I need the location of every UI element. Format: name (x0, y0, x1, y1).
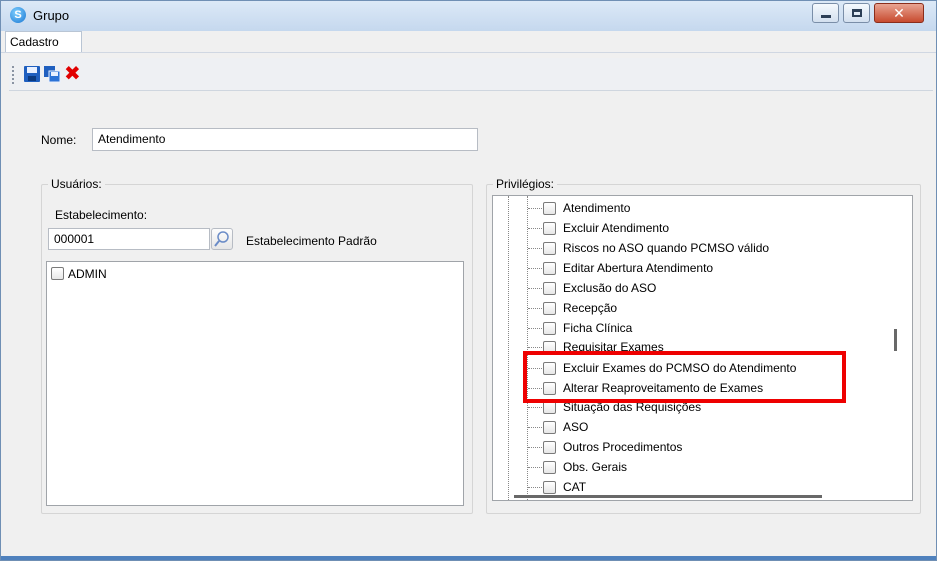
group-window: S Grupo ✕ Cadastro ✖ Nome: Atendimento U… (0, 0, 937, 561)
save-all-icon[interactable] (43, 65, 61, 83)
users-list[interactable]: ADMIN (46, 261, 464, 506)
horizontal-scrollbar-thumb[interactable] (514, 495, 822, 498)
toolbar: ✖ (9, 58, 933, 91)
title-bar: S Grupo ✕ (1, 1, 936, 31)
privilege-checkbox[interactable] (543, 202, 556, 215)
list-item[interactable]: ADMIN (51, 267, 107, 281)
privileges-tree[interactable]: Atendimento Excluir Atendimento Riscos n… (492, 195, 913, 501)
user-label: ADMIN (68, 267, 107, 281)
bottom-border (1, 556, 936, 560)
privilege-label: Atendimento (563, 201, 631, 215)
close-icon: ✕ (893, 5, 905, 21)
lookup-button[interactable] (211, 228, 233, 250)
save-icon[interactable] (23, 65, 41, 83)
tree-guide (527, 196, 528, 500)
privilege-label: Excluir Exames do PCMSO do Atendimento (563, 361, 797, 375)
cancel-icon[interactable]: ✖ (64, 64, 82, 84)
privilege-checkbox[interactable] (543, 302, 556, 315)
privilege-label: CAT (563, 480, 587, 494)
maximize-button[interactable] (843, 3, 870, 23)
tab-divider (1, 52, 936, 53)
vertical-scrollbar-thumb[interactable] (894, 329, 897, 351)
estabelecimento-label: Estabelecimento: (55, 208, 148, 222)
privilege-checkbox[interactable] (543, 341, 556, 354)
privilege-checkbox[interactable] (543, 282, 556, 295)
close-button[interactable]: ✕ (874, 3, 924, 23)
privilege-label: Obs. Gerais (563, 460, 628, 474)
privilege-label: Exclusão do ASO (563, 281, 657, 295)
user-checkbox[interactable] (51, 267, 64, 280)
privilegios-title: Privilégios: (493, 177, 558, 191)
search-icon (214, 231, 229, 247)
privilege-checkbox[interactable] (543, 441, 556, 454)
privilege-checkbox[interactable] (543, 322, 556, 335)
minimize-button[interactable] (812, 3, 839, 23)
privilege-checkbox[interactable] (543, 362, 556, 375)
privilege-checkbox[interactable] (543, 421, 556, 434)
maximize-icon (852, 9, 862, 17)
privilege-checkbox[interactable] (543, 222, 556, 235)
privilege-label: Excluir Atendimento (563, 221, 670, 235)
estabelecimento-name: Estabelecimento Padrão (246, 234, 377, 248)
minimize-icon (821, 15, 831, 18)
privilege-checkbox[interactable] (543, 242, 556, 255)
privilege-checkbox[interactable] (543, 481, 556, 494)
estabelecimento-code-input[interactable]: 000001 (48, 228, 210, 250)
privilege-label: Editar Abertura Atendimento (563, 261, 714, 275)
tree-guide (508, 196, 509, 500)
window-title: Grupo (33, 8, 70, 23)
privilege-checkbox[interactable] (543, 461, 556, 474)
nome-label: Nome: (41, 133, 77, 147)
privilege-label: Situação das Requisições (563, 400, 702, 414)
privilege-checkbox[interactable] (543, 401, 556, 414)
privilege-checkbox[interactable] (543, 262, 556, 275)
tab-cadastro[interactable]: Cadastro (5, 31, 82, 53)
privilege-label: Ficha Clínica (563, 321, 633, 335)
privilege-label: Requisitar Exames (563, 340, 664, 354)
privilege-label: Outros Procedimentos (563, 440, 683, 454)
privilege-label: Riscos no ASO quando PCMSO válido (563, 241, 770, 255)
privilege-label: ASO (563, 420, 589, 434)
nome-input[interactable]: Atendimento (92, 128, 478, 151)
privilege-checkbox[interactable] (543, 382, 556, 395)
privilege-label: Alterar Reaproveitamento de Exames (563, 381, 764, 395)
app-icon: S (10, 7, 26, 23)
toolbar-grip[interactable] (12, 66, 14, 84)
usuarios-title: Usuários: (48, 177, 105, 191)
privilege-label: Recepção (563, 301, 618, 315)
